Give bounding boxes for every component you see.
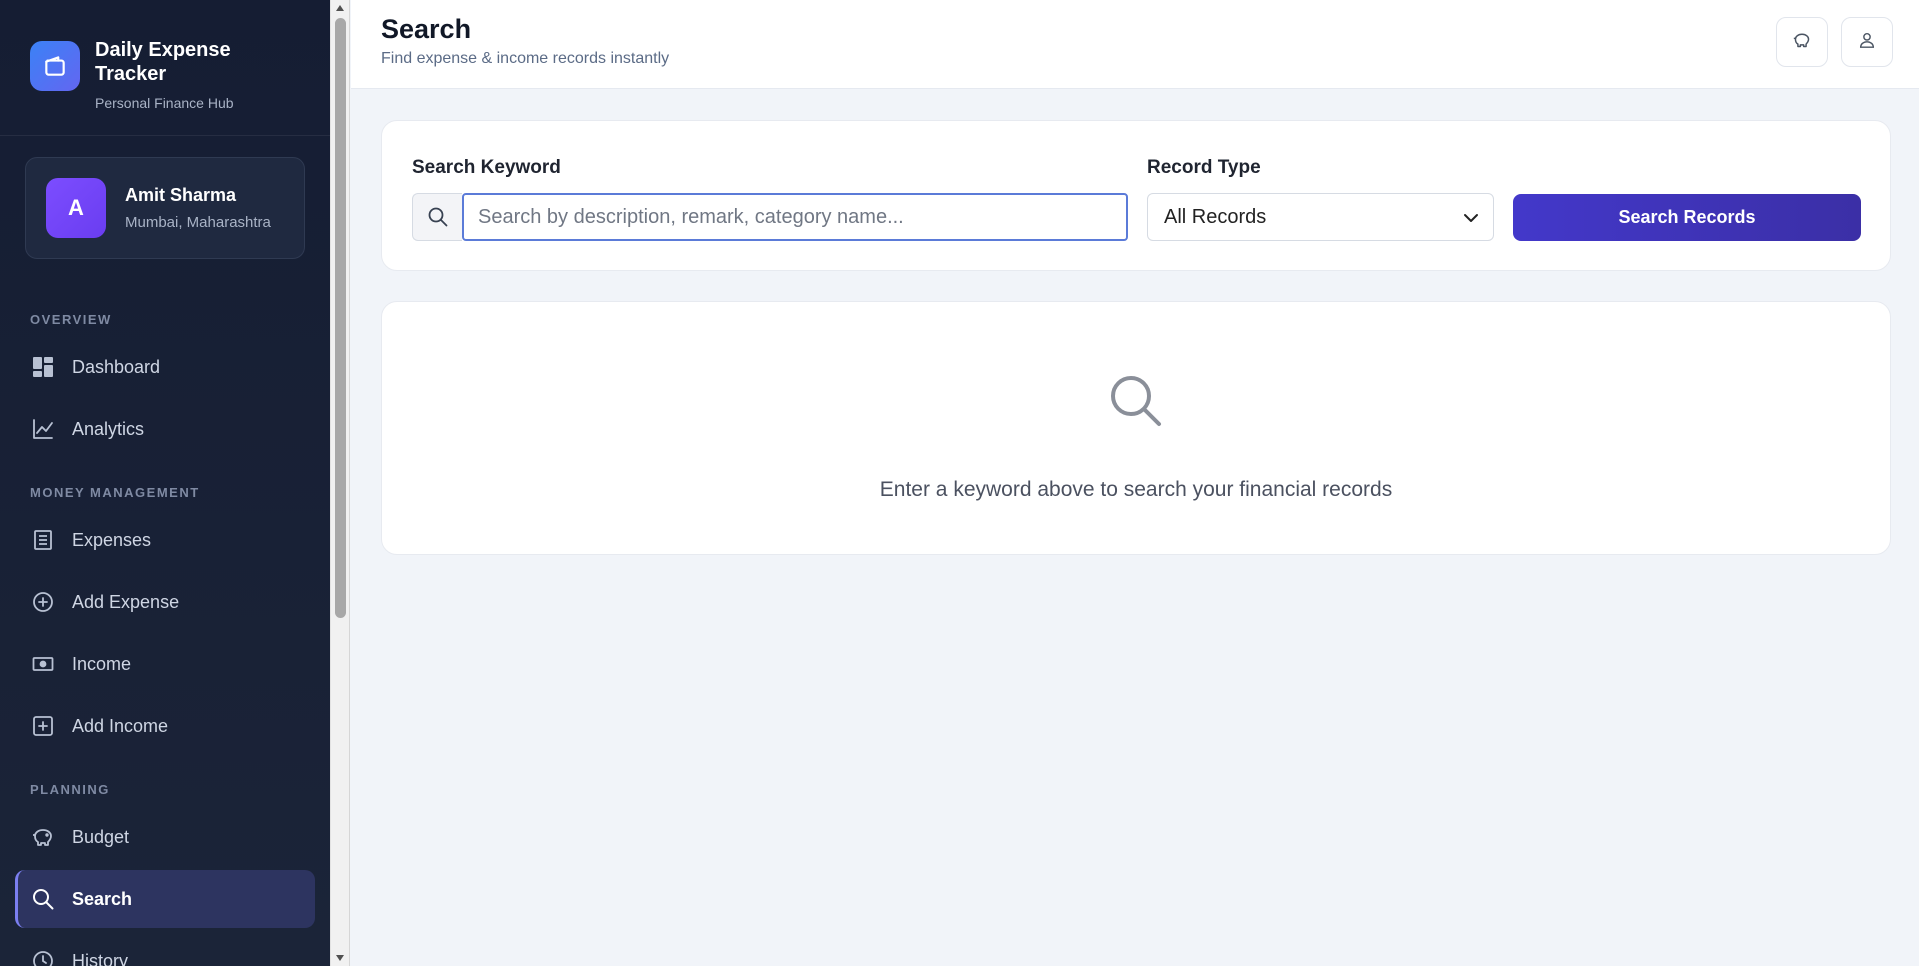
- sidebar-item-label: Analytics: [72, 418, 145, 439]
- wallet-icon: [30, 41, 80, 91]
- record-type-label: Record Type: [1147, 157, 1261, 178]
- piggy-bank-icon: [1792, 31, 1812, 54]
- sidebar-item-add-income[interactable]: Add Income: [15, 697, 315, 755]
- chart-line-icon: [30, 416, 56, 442]
- budget-button[interactable]: [1776, 17, 1828, 67]
- search-input[interactable]: [462, 193, 1128, 241]
- sidebar-item-income[interactable]: Income: [15, 635, 315, 693]
- plus-circle-icon: [30, 589, 56, 615]
- sidebar-item-dashboard[interactable]: Dashboard: [15, 338, 315, 396]
- sidebar-item-history[interactable]: History: [15, 932, 315, 966]
- user-name: Amit Sharma: [125, 185, 237, 205]
- clock-icon: [30, 948, 56, 966]
- record-type-select[interactable]: All Records: [1147, 193, 1494, 241]
- results-card: Enter a keyword above to search your fin…: [381, 301, 1891, 555]
- sidebar-scrollbar[interactable]: [330, 0, 350, 966]
- chevron-down-icon: [1463, 206, 1479, 229]
- sidebar: Daily Expense Tracker Personal Finance H…: [0, 0, 330, 966]
- section-label-money: MONEY MANAGEMENT: [30, 485, 200, 500]
- search-form-card: Search Keyword Record Type All Records S…: [381, 120, 1891, 271]
- record-type-value: All Records: [1164, 205, 1267, 228]
- profile-button[interactable]: [1841, 17, 1893, 67]
- scroll-down-arrow-icon[interactable]: [331, 950, 349, 966]
- sidebar-item-analytics[interactable]: Analytics: [15, 400, 315, 458]
- sidebar-item-label: Expenses: [72, 529, 152, 550]
- sidebar-item-label: Dashboard: [72, 356, 161, 377]
- page-title: Search: [381, 14, 472, 44]
- sidebar-item-label: History: [72, 950, 129, 966]
- plus-square-icon: [30, 713, 56, 739]
- sidebar-item-label: Budget: [72, 826, 130, 847]
- search-icon: [1108, 373, 1164, 434]
- search-icon: [30, 886, 56, 912]
- brand-subtitle: Personal Finance Hub: [95, 95, 234, 111]
- section-label-planning: PLANNING: [30, 782, 110, 797]
- avatar: A: [46, 178, 106, 238]
- page-subtitle: Find expense & income records instantly: [381, 50, 670, 67]
- search-icon: [412, 193, 462, 241]
- sidebar-item-budget[interactable]: Budget: [15, 808, 315, 866]
- user-icon: [1858, 31, 1876, 54]
- dashboard-icon: [30, 354, 56, 380]
- sidebar-item-label: Add Income: [72, 715, 169, 736]
- page-header: Search Find expense & income records ins…: [351, 0, 1919, 89]
- sidebar-item-expenses[interactable]: Expenses: [15, 511, 315, 569]
- sidebar-item-add-expense[interactable]: Add Expense: [15, 573, 315, 631]
- brand: Daily Expense Tracker Personal Finance H…: [0, 0, 330, 136]
- piggy-bank-icon: [30, 824, 56, 850]
- sidebar-item-search[interactable]: Search: [15, 870, 315, 928]
- user-location: Mumbai, Maharashtra: [125, 214, 271, 231]
- section-label-overview: OVERVIEW: [30, 312, 112, 327]
- user-card[interactable]: A Amit Sharma Mumbai, Maharashtra: [25, 157, 305, 259]
- scroll-thumb[interactable]: [335, 18, 346, 618]
- scroll-up-arrow-icon[interactable]: [331, 0, 349, 16]
- sidebar-item-label: Search: [72, 888, 133, 909]
- search-records-button[interactable]: Search Records: [1513, 194, 1861, 241]
- sidebar-item-label: Add Expense: [72, 591, 180, 612]
- sidebar-item-label: Income: [72, 653, 132, 674]
- cash-icon: [30, 651, 56, 677]
- empty-state-message: Enter a keyword above to search your fin…: [879, 478, 1393, 501]
- receipt-icon: [30, 527, 56, 553]
- keyword-label: Search Keyword: [412, 157, 561, 178]
- keyword-input-group: [412, 193, 1128, 241]
- brand-title: Daily Expense Tracker: [95, 39, 231, 85]
